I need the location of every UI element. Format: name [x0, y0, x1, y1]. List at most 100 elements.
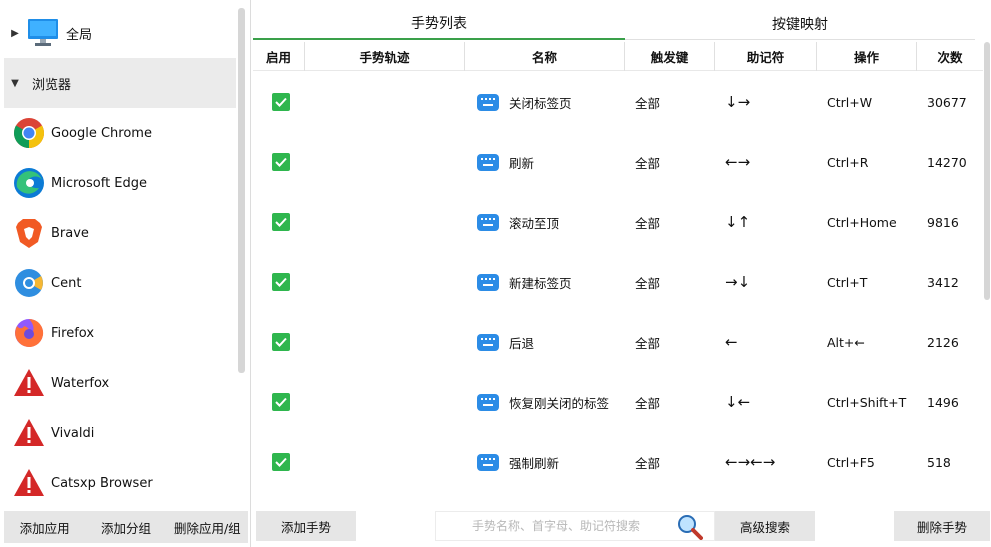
- left-footer: 添加应用 添加分组 删除应用/组: [4, 511, 248, 543]
- table-row[interactable]: 滚动至顶 全部 ↓↑ Ctrl+Home 9816: [253, 192, 983, 252]
- add-group-button[interactable]: 添加分组: [85, 511, 166, 543]
- col-enabled[interactable]: 启用: [253, 42, 305, 71]
- app-item-firefox[interactable]: Firefox: [4, 308, 236, 358]
- gesture-name: 刷新: [509, 155, 535, 171]
- enabled-checkbox[interactable]: [272, 93, 290, 111]
- col-mnemonic[interactable]: 助记符: [715, 42, 817, 71]
- left-scrollbar[interactable]: [238, 8, 245, 373]
- table-row[interactable]: 后退 全部 ← Alt+← 2126: [253, 312, 983, 372]
- advanced-search-button[interactable]: 高级搜索: [715, 511, 815, 541]
- app-label: Catsxp Browser: [51, 475, 153, 491]
- app-item-cent[interactable]: Cent: [4, 258, 236, 308]
- app-label: Cent: [51, 275, 82, 291]
- cell-trigger: 全部: [635, 275, 661, 291]
- enabled-checkbox[interactable]: [272, 213, 290, 231]
- enabled-checkbox[interactable]: [272, 153, 290, 171]
- check-icon: [275, 457, 287, 467]
- tab-key-mapping[interactable]: 按键映射: [625, 8, 975, 40]
- cell-action: Ctrl+R: [827, 154, 869, 170]
- enabled-checkbox[interactable]: [272, 273, 290, 291]
- cell-count: 3412: [927, 274, 959, 290]
- cell-track: [305, 432, 465, 492]
- monitor-icon: [26, 16, 60, 50]
- cell-name: 关闭标签页: [465, 72, 625, 132]
- group-label: 全局: [66, 27, 93, 43]
- app-label: Waterfox: [51, 375, 110, 391]
- add-app-button[interactable]: 添加应用: [4, 511, 85, 543]
- cell-mnemonic: →↓: [725, 273, 751, 291]
- check-icon: [275, 97, 287, 107]
- table-row[interactable]: 强制刷新 全部 ←→←→ Ctrl+F5 518: [253, 432, 983, 492]
- cell-name: 恢复刚关闭的标签: [465, 372, 625, 432]
- cent-icon: [12, 266, 46, 300]
- enabled-checkbox[interactable]: [272, 453, 290, 471]
- gesture-name: 强制刷新: [509, 455, 560, 471]
- col-name[interactable]: 名称: [465, 42, 625, 71]
- cell-trigger: 全部: [635, 215, 661, 231]
- enabled-checkbox[interactable]: [272, 333, 290, 351]
- search-icon[interactable]: [677, 514, 703, 540]
- tab-gesture-list[interactable]: 手势列表: [253, 8, 625, 40]
- app-item-brave[interactable]: Brave: [4, 208, 236, 258]
- app-group-panel: ▶ 全局 ▼ 浏览器 Google Chrome Microsoft Edge …: [0, 0, 251, 547]
- group-browser[interactable]: ▼ 浏览器: [4, 58, 236, 108]
- check-icon: [275, 157, 287, 167]
- app-label: Brave: [51, 225, 89, 241]
- cell-trigger: 全部: [635, 395, 661, 411]
- app-item-edge[interactable]: Microsoft Edge: [4, 158, 236, 208]
- cell-action: Ctrl+T: [827, 274, 868, 290]
- col-trigger[interactable]: 触发键: [625, 42, 715, 71]
- app-item-vivaldi[interactable]: Vivaldi: [4, 408, 236, 458]
- col-count[interactable]: 次数: [917, 42, 983, 71]
- table-row[interactable]: 刷新 全部 ←→ Ctrl+R 14270: [253, 132, 983, 192]
- app-label: Google Chrome: [51, 125, 152, 141]
- cell-trigger: 全部: [635, 455, 661, 471]
- enabled-checkbox[interactable]: [272, 393, 290, 411]
- app-label: Vivaldi: [51, 425, 95, 441]
- cell-action: Ctrl+Shift+T: [827, 394, 907, 410]
- cell-mnemonic: ←→←→: [725, 453, 776, 471]
- cell-mnemonic: ←→: [725, 153, 751, 171]
- search-input[interactable]: [436, 513, 676, 539]
- collapse-arrow-icon[interactable]: ▼: [4, 78, 26, 89]
- app-group-list: ▶ 全局 ▼ 浏览器 Google Chrome Microsoft Edge …: [4, 8, 236, 508]
- keyboard-icon: [477, 273, 499, 291]
- keyboard-icon: [477, 213, 499, 231]
- cell-enabled: [253, 252, 305, 312]
- gesture-name: 后退: [509, 335, 535, 351]
- table-scrollbar[interactable]: [984, 42, 990, 300]
- gesture-name: 恢复刚关闭的标签: [509, 395, 610, 411]
- cell-enabled: [253, 312, 305, 372]
- gesture-panel: 手势列表 按键映射 启用 手势轨迹 名称 触发键 助记符 操作 次数 关闭标签页…: [253, 0, 991, 547]
- table-row[interactable]: 恢复刚关闭的标签 全部 ↓← Ctrl+Shift+T 1496: [253, 372, 983, 432]
- app-item-chrome[interactable]: Google Chrome: [4, 108, 236, 158]
- cell-enabled: [253, 432, 305, 492]
- group-global[interactable]: ▶ 全局: [4, 8, 236, 58]
- bottom-toolbar: 添加手势 高级搜索 删除手势: [253, 511, 991, 543]
- table-row[interactable]: 新建标签页 全部 →↓ Ctrl+T 3412: [253, 252, 983, 312]
- delete-app-group-button[interactable]: 删除应用/组: [167, 511, 248, 543]
- cell-action: Alt+←: [827, 334, 865, 350]
- cell-track: [305, 252, 465, 312]
- gesture-name: 滚动至顶: [509, 215, 560, 231]
- check-icon: [275, 337, 287, 347]
- cell-name: 刷新: [465, 132, 625, 192]
- table-row[interactable]: 关闭标签页 全部 ↓→ Ctrl+W 30677: [253, 72, 983, 132]
- tab-bar: 手势列表 按键映射: [253, 8, 991, 40]
- delete-gesture-button[interactable]: 删除手势: [894, 511, 990, 541]
- search-box: [435, 511, 715, 541]
- cell-action: Ctrl+W: [827, 94, 873, 110]
- cell-mnemonic: ↓←: [725, 393, 751, 411]
- add-gesture-button[interactable]: 添加手势: [256, 511, 356, 541]
- app-item-waterfox[interactable]: Waterfox: [4, 358, 236, 408]
- col-track[interactable]: 手势轨迹: [305, 42, 465, 71]
- cell-enabled: [253, 132, 305, 192]
- keyboard-icon: [477, 93, 499, 111]
- expand-arrow-icon[interactable]: ▶: [4, 28, 26, 39]
- check-icon: [275, 277, 287, 287]
- col-action[interactable]: 操作: [817, 42, 917, 71]
- cell-track: [305, 132, 465, 192]
- app-item-catsxp[interactable]: Catsxp Browser: [4, 458, 236, 508]
- cell-trigger: 全部: [635, 335, 661, 351]
- keyboard-icon: [477, 393, 499, 411]
